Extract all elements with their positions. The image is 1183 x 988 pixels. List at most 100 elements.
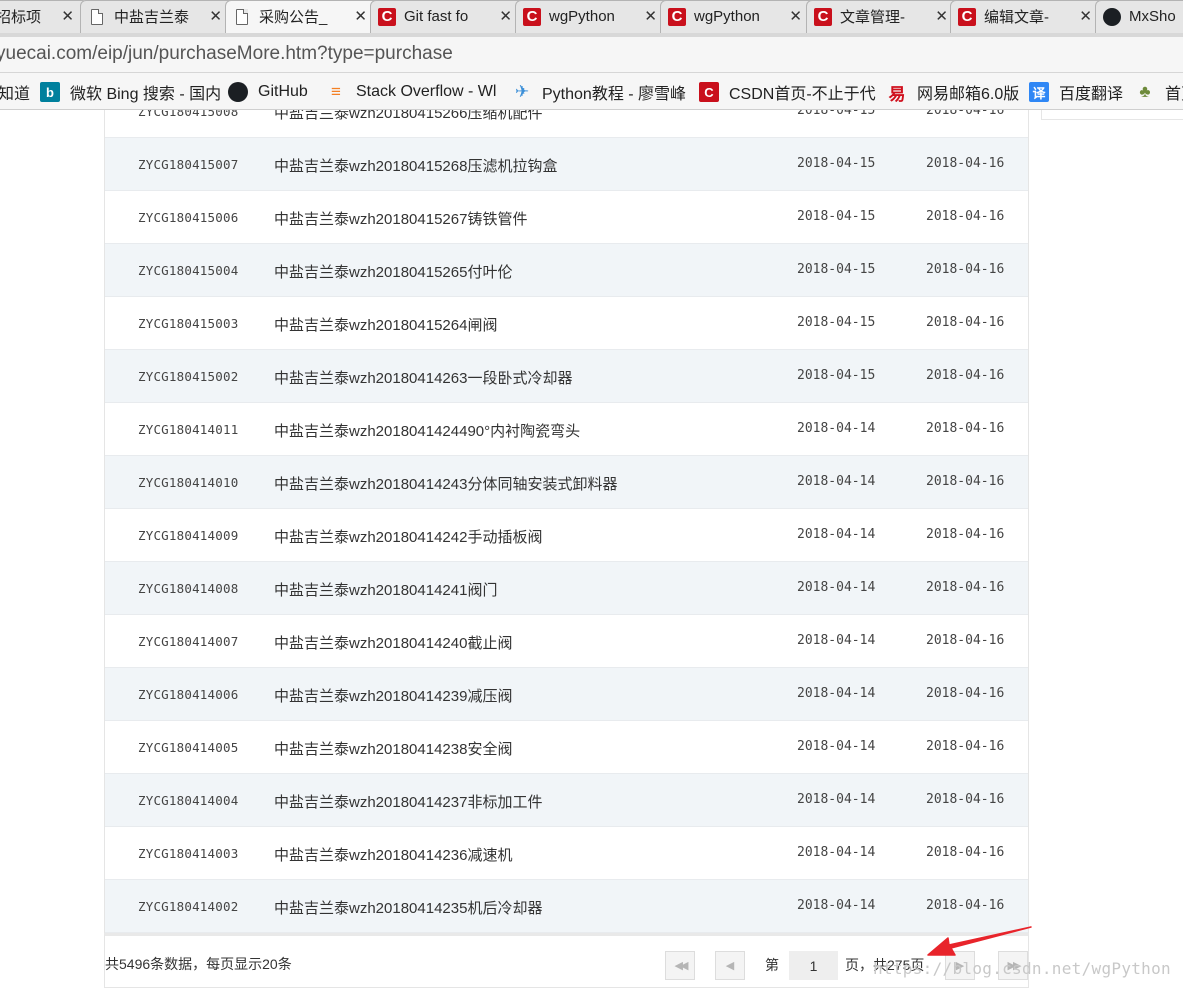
- purchase-title-link[interactable]: 中盐吉兰泰wzh20180414236减速机: [274, 844, 512, 865]
- purchase-title-link[interactable]: 中盐吉兰泰wzh20180415264闸阀: [274, 314, 497, 335]
- publish-date: 2018-04-14: [797, 898, 876, 913]
- deadline-date: 2018-04-16: [926, 110, 1005, 118]
- purchase-title-link[interactable]: 中盐吉兰泰wzh20180414242手动插板阀: [274, 526, 542, 547]
- table-row[interactable]: ZYCG180415003 中盐吉兰泰wzh20180415264闸阀 2018-0…: [105, 297, 1028, 350]
- close-icon[interactable]: ✕: [499, 7, 512, 25]
- bookmark-label: GitHub: [258, 83, 308, 100]
- home-plant-icon: ♣: [1139, 82, 1151, 101]
- table-row[interactable]: ZYCG180415007 中盐吉兰泰wzh20180415268压滤机拉钩盒 20…: [105, 138, 1028, 191]
- purchase-title-link[interactable]: 中盐吉兰泰wzh20180414235机后冷却器: [274, 897, 542, 918]
- close-icon[interactable]: ✕: [644, 7, 657, 25]
- table-row[interactable]: ZYCG180414010 中盐吉兰泰wzh20180414243分体同轴安装式卸…: [105, 456, 1028, 509]
- purchase-title-link[interactable]: 中盐吉兰泰wzh20180414237非标加工件: [274, 791, 542, 812]
- bookmark-item[interactable]: 易网易邮箱6.0版: [887, 81, 1020, 104]
- deadline-date: 2018-04-16: [926, 739, 1005, 754]
- bookmark-item[interactable]: b 微软 Bing 搜索 - 国内: [40, 81, 221, 103]
- table-row[interactable]: ZYCG180415008 中盐吉兰泰wzh20180415266压缩机配件 201…: [105, 110, 1028, 138]
- close-icon[interactable]: ✕: [789, 7, 802, 25]
- table-row[interactable]: ZYCG180414009 中盐吉兰泰wzh20180414242手动插板阀 201…: [105, 509, 1028, 562]
- purchase-code: ZYCG180414009: [138, 528, 239, 543]
- bookmark-label: 网易邮箱6.0版: [917, 86, 1020, 103]
- bookmarks-bar: 知道 b 微软 Bing 搜索 - 国内 GitHub ≡ Stack Overflow …: [0, 73, 1183, 110]
- deadline-date: 2018-04-16: [926, 315, 1005, 330]
- bookmark-item[interactable]: ✈ Python教程 - 廖雪峰: [512, 81, 686, 103]
- deadline-date: 2018-04-16: [926, 156, 1005, 171]
- purchase-title-link[interactable]: 中盐吉兰泰wzh20180414263一段卧式冷却器: [274, 367, 572, 388]
- table-row[interactable]: ZYCG180414011 中盐吉兰泰wzh2018041424490°内衬陶瓷弯…: [105, 403, 1028, 456]
- address-bar[interactable]: yuecai.com/eip/jun/purchaseMore.htm?type…: [0, 37, 1183, 73]
- table-row[interactable]: ZYCG180415006 中盐吉兰泰wzh20180415267铸铁管件 2018…: [105, 191, 1028, 244]
- browser-tab[interactable]: 中盐吉兰泰 ✕: [80, 0, 236, 33]
- publish-date: 2018-04-14: [797, 527, 876, 542]
- first-page-button[interactable]: ◀◀: [665, 951, 695, 980]
- tab-title: 编辑文章-: [984, 9, 1049, 26]
- bookmark-item[interactable]: 译百度翻译: [1029, 81, 1123, 103]
- tab-title: MxSho: [1129, 8, 1176, 25]
- close-icon[interactable]: ✕: [61, 7, 74, 25]
- browser-tab[interactable]: C Git fast fo ✕: [370, 0, 526, 33]
- browser-tab[interactable]: CwgPython ✕: [660, 0, 816, 33]
- table-row[interactable]: ZYCG180415002 中盐吉兰泰wzh20180414263一段卧式冷却器 2…: [105, 350, 1028, 403]
- close-icon[interactable]: ✕: [935, 7, 948, 25]
- tab-title: Git fast fo: [404, 8, 469, 25]
- browser-tab[interactable]: CwgPython ✕: [515, 0, 671, 33]
- bookmark-item[interactable]: 知道: [0, 81, 30, 103]
- bookmark-item[interactable]: GitHub: [228, 81, 308, 103]
- bookmark-item[interactable]: ♣ 首页: [1135, 81, 1183, 103]
- purchase-title-link[interactable]: 中盐吉兰泰wzh20180415265付叶伦: [274, 261, 512, 282]
- close-icon[interactable]: ✕: [1079, 7, 1092, 25]
- page-number-input[interactable]: [789, 951, 838, 980]
- purchase-code: ZYCG180414003: [138, 846, 239, 861]
- table-row[interactable]: ZYCG180415004 中盐吉兰泰wzh20180415265付叶伦 2018-…: [105, 244, 1028, 297]
- deadline-date: 2018-04-16: [926, 262, 1005, 277]
- purchase-title-link[interactable]: 中盐吉兰泰wzh20180415268压滤机拉钩盒: [274, 155, 557, 176]
- close-icon[interactable]: ✕: [209, 7, 222, 25]
- document-icon: [233, 8, 251, 26]
- purchase-title-link[interactable]: 中盐吉兰泰wzh20180415266压缩机配件: [274, 110, 542, 123]
- csdn-icon: C: [523, 7, 541, 26]
- browser-tab[interactable]: C 文章管理- ✕: [806, 0, 962, 33]
- purchase-code: ZYCG180414006: [138, 687, 239, 702]
- url-text[interactable]: yuecai.com/eip/jun/purchaseMore.htm?type…: [0, 43, 453, 65]
- purchase-title-link[interactable]: 中盐吉兰泰wzh2018041424490°内衬陶瓷弯头: [274, 420, 580, 441]
- publish-date: 2018-04-15: [797, 262, 876, 277]
- table-row[interactable]: ZYCG180414003 中盐吉兰泰wzh20180414236减速机 2018-…: [105, 827, 1028, 880]
- tab-title: 中盐吉兰泰: [114, 9, 190, 26]
- tab-title: wgPython: [694, 8, 760, 25]
- purchase-title-link[interactable]: 中盐吉兰泰wzh20180414238安全阀: [274, 738, 512, 759]
- browser-tab[interactable]: …的招标项 ✕: [0, 0, 88, 33]
- publish-date: 2018-04-15: [797, 209, 876, 224]
- purchase-title-link[interactable]: 中盐吉兰泰wzh20180415267铸铁管件: [274, 208, 527, 229]
- bookmark-item[interactable]: ≡ Stack Overflow - Wl: [326, 81, 496, 103]
- purchase-title-link[interactable]: 中盐吉兰泰wzh20180414240截止阀: [274, 632, 512, 653]
- purchase-title-link[interactable]: 中盐吉兰泰wzh20180414241阀门: [274, 579, 497, 600]
- table-row[interactable]: ZYCG180414007 中盐吉兰泰wzh20180414240截止阀 2018-…: [105, 615, 1028, 668]
- purchase-title-link[interactable]: 中盐吉兰泰wzh20180414239减压阀: [274, 685, 512, 706]
- tab-title: …的招标项: [0, 9, 42, 26]
- bookmark-label: 微软 Bing 搜索 - 国内: [70, 86, 222, 103]
- bookmark-item[interactable]: C CSDN首页-不止于代: [699, 81, 876, 103]
- table-row[interactable]: ZYCG180414006 中盐吉兰泰wzh20180414239减压阀 2018-…: [105, 668, 1028, 721]
- purchase-code: ZYCG180415003: [138, 316, 239, 331]
- deadline-date: 2018-04-16: [926, 686, 1005, 701]
- publish-date: 2018-04-14: [797, 739, 876, 754]
- table-row[interactable]: ZYCG180414005 中盐吉兰泰wzh20180414238安全阀 2018-…: [105, 721, 1028, 774]
- browser-tab[interactable]: 采购公告_ ✕: [225, 0, 381, 33]
- purchase-code: ZYCG180415007: [138, 157, 239, 172]
- table-row[interactable]: ZYCG180414002 中盐吉兰泰wzh20180414235机后冷却器 201…: [105, 880, 1028, 933]
- purchase-title-link[interactable]: 中盐吉兰泰wzh20180414243分体同轴安装式卸料器: [274, 473, 617, 494]
- pagination-summary: 共5496条数据，每页显示20条: [105, 956, 292, 972]
- purchase-code: ZYCG180415006: [138, 210, 239, 225]
- browser-tab[interactable]: C 编辑文章- ✕: [950, 0, 1106, 33]
- first-page-icon: ◀◀: [674, 960, 689, 972]
- close-icon[interactable]: ✕: [354, 7, 367, 25]
- table-row[interactable]: ZYCG180414004 中盐吉兰泰wzh20180414237非标加工件 201…: [105, 774, 1028, 827]
- browser-tab[interactable]: MxSho✕: [1095, 0, 1183, 33]
- publish-date: 2018-04-15: [797, 315, 876, 330]
- csdn-icon: C: [668, 7, 686, 26]
- deadline-date: 2018-04-16: [926, 792, 1005, 807]
- tab-title: wgPython: [549, 8, 615, 25]
- prev-page-button[interactable]: ◀: [715, 951, 745, 980]
- table-row[interactable]: ZYCG180414008 中盐吉兰泰wzh20180414241阀门 2018-0…: [105, 562, 1028, 615]
- bookmark-label: 知道: [0, 86, 31, 103]
